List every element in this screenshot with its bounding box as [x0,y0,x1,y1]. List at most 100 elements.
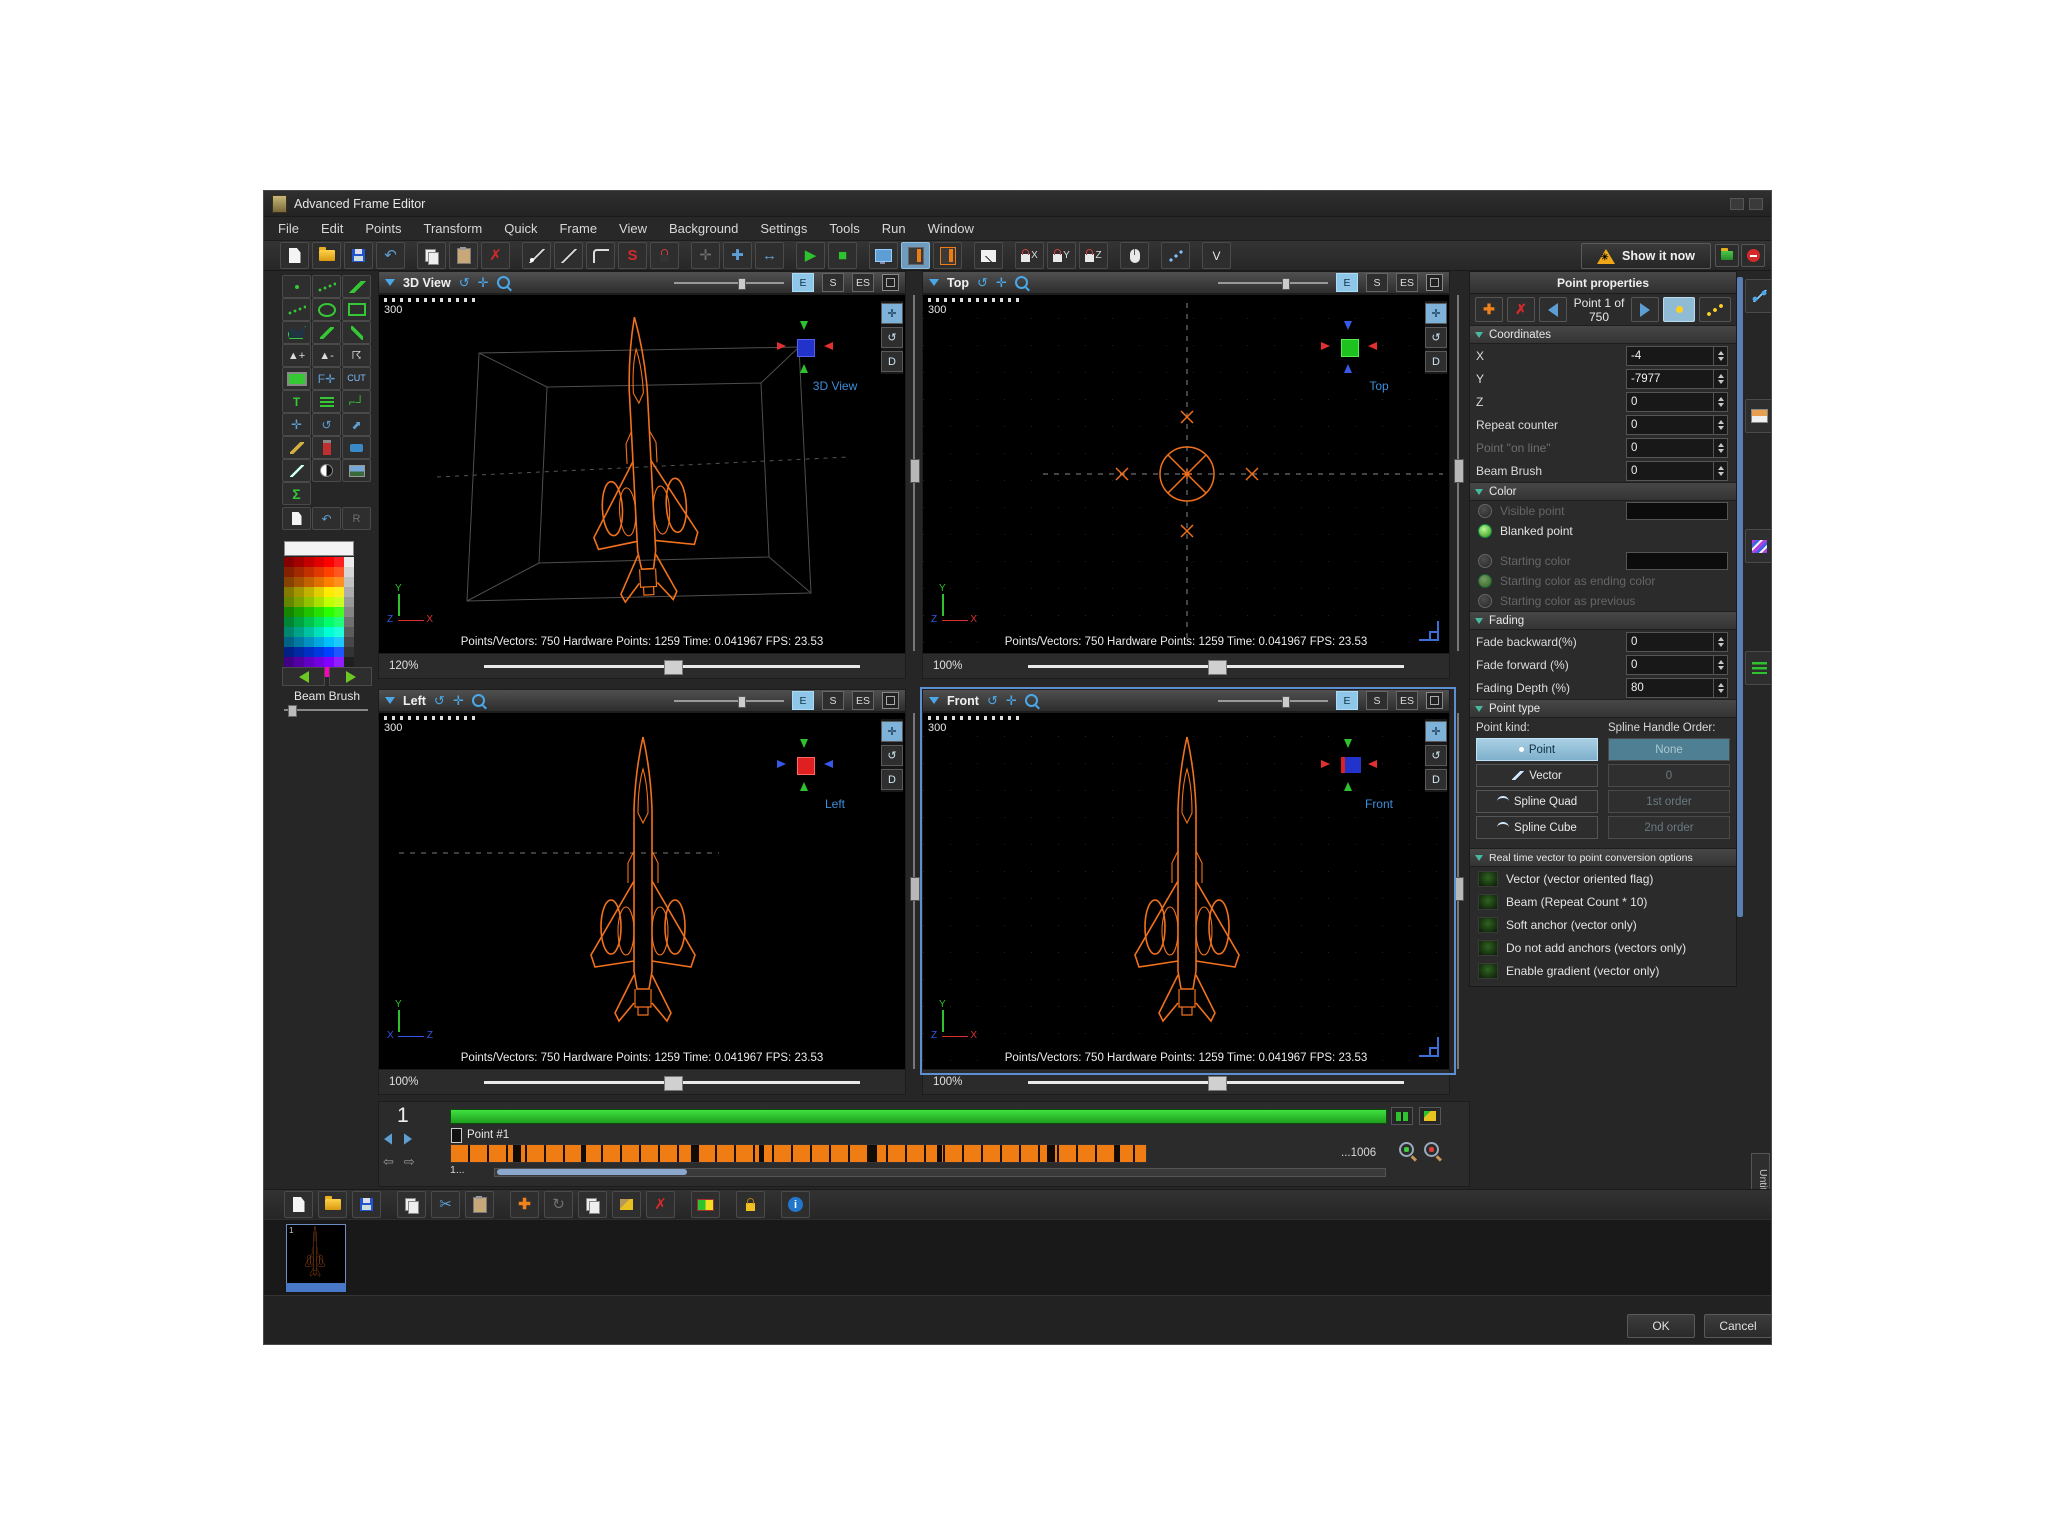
view-slider[interactable] [674,282,784,284]
repeat-spinner[interactable] [1713,416,1727,434]
palette-swatch[interactable] [304,597,314,607]
mini-depth-button[interactable]: D [881,769,903,790]
select-mode-button[interactable]: S [1366,691,1388,710]
delete-point-button[interactable]: ✗ [1507,297,1535,322]
v-slider-top-right[interactable] [1452,295,1464,651]
title-bar[interactable]: Advanced Frame Editor [264,191,1771,217]
h-scrollbar[interactable] [1028,665,1404,668]
zoom-view-icon[interactable] [1025,694,1038,707]
palette-swatch[interactable] [324,557,334,567]
mirror-tool[interactable]: ↔ [755,242,784,269]
palette-grid[interactable] [284,557,354,677]
menu-frame[interactable]: Frame [559,221,597,236]
y-spinner[interactable] [1713,370,1727,388]
rotate-view-icon[interactable]: ↺ [459,276,470,289]
lasso-tool[interactable]: ☈ [342,344,371,367]
show-frames-button[interactable] [1391,1107,1413,1125]
x-spinner[interactable] [1713,347,1727,365]
select-mode-button[interactable]: S [1366,273,1388,292]
lock-z-button[interactable]: Z [1079,242,1108,269]
view-slider-thumb[interactable] [738,278,746,290]
h-scrollbar[interactable] [484,1081,860,1084]
timeline-scroll-thumb[interactable] [497,1169,687,1175]
beam-brush-spinner[interactable] [1713,462,1727,480]
mini-move-button[interactable]: ✛ [1425,721,1447,742]
show-it-now-button[interactable]: Show it now [1581,243,1711,269]
v-slider-top-mid[interactable] [908,295,920,651]
order-first-button[interactable]: 1st order [1608,790,1730,813]
delete-button[interactable]: ✗ [481,242,510,269]
blanked-point-radio[interactable] [1478,524,1492,538]
play-button[interactable]: ▶ [796,242,825,269]
palette-swatch[interactable] [344,647,354,657]
mini-rotate-button[interactable]: ↺ [881,745,903,766]
palette-swatch[interactable] [304,617,314,627]
pan-view-icon[interactable]: ✛ [453,694,464,707]
palette-swatch[interactable] [284,617,294,627]
palette-swatch[interactable] [284,587,294,597]
h-scroll-thumb[interactable] [664,660,683,675]
point-mode-button[interactable] [1663,297,1695,322]
draw-polyline-tool[interactable] [586,242,615,269]
palette-swatch[interactable] [324,597,334,607]
palette-swatch[interactable] [334,597,344,607]
mouse-settings-button[interactable] [1120,242,1149,269]
on-line-spinner[interactable] [1713,439,1727,457]
vector-flag-checkbox[interactable] [1478,871,1498,887]
dotted-curve-tool[interactable] [282,298,311,321]
palette-swatch[interactable] [344,657,354,667]
frame-flag-button[interactable] [691,1191,720,1218]
fading-depth-input[interactable]: 80 [1626,678,1728,698]
v-slider-bottom-right[interactable] [1452,713,1464,1069]
crosshair-tool[interactable]: ✛ [691,242,720,269]
palette-swatch[interactable] [284,557,294,567]
visible-point-radio[interactable] [1478,504,1492,518]
edit-select-mode-button[interactable]: ES [1396,273,1418,292]
add-point-button[interactable]: ✚ [1475,297,1503,322]
step-forward-button[interactable]: ⇨ [404,1154,415,1170]
palette-swatch[interactable] [294,587,304,597]
palette-swatch[interactable] [284,577,294,587]
point-segments-bar[interactable] [450,1144,1147,1163]
maximize-pane-button[interactable] [1426,692,1443,709]
zoom-view-icon[interactable] [1015,276,1028,289]
repeat-counter-input[interactable]: 0 [1626,415,1728,435]
palette-swatch[interactable] [294,617,304,627]
palette-swatch[interactable] [314,597,324,607]
window-close-icon[interactable] [1749,198,1763,210]
window-minimize-icon[interactable] [1730,198,1744,210]
mini-depth-button[interactable]: D [1425,351,1447,372]
eyedropper-tool[interactable] [282,459,311,482]
view-dropdown-icon[interactable] [929,697,939,704]
frame-paste-button[interactable] [465,1191,494,1218]
zoom-view-icon[interactable] [472,694,485,707]
soft-anchor-checkbox[interactable] [1478,917,1498,933]
next-point-button[interactable] [1631,297,1659,322]
menu-window[interactable]: Window [928,221,974,236]
palette-swatch[interactable] [324,617,334,627]
frame-copy-button[interactable] [397,1191,426,1218]
tab-gradient[interactable] [1745,529,1772,563]
edit-mode-button[interactable]: E [792,273,814,292]
v-button[interactable]: V [1202,242,1231,269]
canvas-left-view[interactable]: 300 Left ✛ ↺ D Y X Z Po [378,712,906,1070]
copy-button[interactable] [417,242,446,269]
spline-mode-button[interactable] [1699,297,1731,322]
layout-2-button[interactable] [933,242,962,269]
palette-swatch[interactable] [294,597,304,607]
palette-swatch[interactable] [304,557,314,567]
laser-off-button[interactable] [1741,244,1765,267]
fade-backward-input[interactable]: 0 [1626,632,1728,652]
step-back-button[interactable]: ⇦ [383,1154,394,1170]
order-second-button[interactable]: 2nd order [1608,816,1730,839]
sum-tool[interactable]: Σ [282,482,311,505]
select-remove-tool[interactable]: ▲- [312,344,341,367]
palette-swatch[interactable] [314,607,324,617]
rotate-view-icon[interactable]: ↺ [977,276,988,289]
section-coordinates[interactable]: Coordinates [1470,325,1736,344]
mini-depth-button[interactable]: D [1425,769,1447,790]
mini-move-button[interactable]: ✛ [881,303,903,324]
palette-swatch[interactable] [284,567,294,577]
h-scrollbar[interactable] [1028,1081,1404,1084]
ellipse-tool[interactable] [312,298,341,321]
